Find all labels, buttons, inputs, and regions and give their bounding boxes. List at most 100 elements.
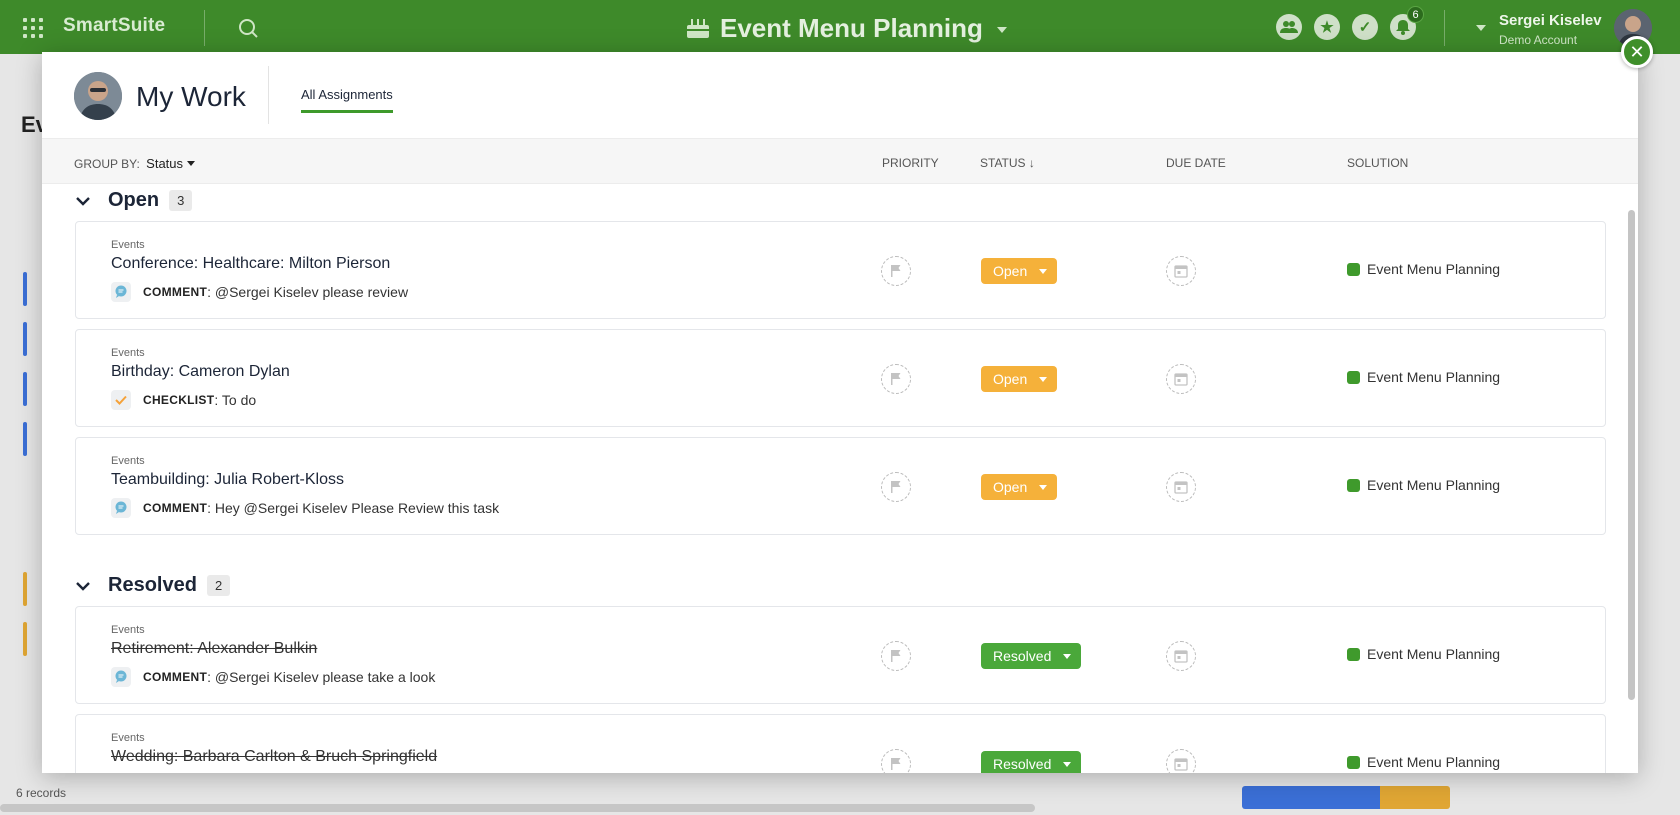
solution-name: Event Menu Planning xyxy=(1367,261,1501,277)
column-priority[interactable]: PRIORITY xyxy=(882,156,939,170)
chevron-down-icon xyxy=(996,27,1007,33)
group-count: 2 xyxy=(206,575,231,596)
assignment-type: COMMENT xyxy=(143,670,208,684)
due-date-calendar-icon[interactable] xyxy=(1166,749,1196,773)
assignment-detail[interactable]: COMMENT: Hey @Sergei Kiselev Please Revi… xyxy=(111,498,499,518)
solution-title-dropdown[interactable]: Event Menu Planning xyxy=(686,12,1007,44)
assignment-detail[interactable]: CHECKLIST: To do xyxy=(111,390,256,410)
record-name[interactable]: Birthday: Cameron Dylan xyxy=(111,363,290,381)
solution-color-dot xyxy=(1347,755,1360,769)
status-dropdown[interactable]: Open xyxy=(981,474,1058,500)
priority-flag-icon[interactable] xyxy=(881,749,911,773)
solution-name: Event Menu Planning xyxy=(1367,646,1501,662)
summary-bar xyxy=(1242,786,1450,809)
background-row-marker xyxy=(23,372,27,406)
divider xyxy=(204,10,205,46)
solution-link[interactable]: Event Menu Planning xyxy=(1347,369,1500,385)
assignment-card[interactable]: Events Retirement: Alexander Bulkin COMM… xyxy=(75,606,1606,704)
assignment-detail[interactable]: COMMENT: @Sergei Kiselev please take a l… xyxy=(111,667,435,687)
check-icon[interactable]: ✓ xyxy=(1352,14,1378,40)
background-row-marker xyxy=(23,322,27,356)
status-dropdown[interactable]: Resolved xyxy=(981,751,1082,773)
solution-color-dot xyxy=(1347,262,1360,276)
chevron-down-icon[interactable] xyxy=(74,577,92,595)
due-date-calendar-icon[interactable] xyxy=(1166,641,1196,671)
record-name[interactable]: Retirement: Alexander Bulkin xyxy=(111,640,317,658)
star-icon[interactable]: ★ xyxy=(1314,14,1340,40)
records-count: 6 records xyxy=(16,786,67,800)
priority-flag-icon[interactable] xyxy=(881,364,911,394)
solution-title: Event Menu Planning xyxy=(720,12,983,43)
background-row-marker xyxy=(23,572,27,606)
assignments-list[interactable]: Open 3 Events Conference: Healthcare: Mi… xyxy=(42,184,1638,773)
assignment-card[interactable]: Events Conference: Healthcare: Milton Pi… xyxy=(75,221,1606,319)
assignment-detail[interactable]: COMMENT: @Sergei Kiselev please review xyxy=(111,282,408,302)
record-name[interactable]: Conference: Healthcare: Milton Pierson xyxy=(111,255,390,273)
assignment-card[interactable]: Events Teambuilding: Julia Robert-Kloss … xyxy=(75,437,1606,535)
caret-down-icon xyxy=(1039,268,1048,274)
modal-title: My Work xyxy=(136,81,246,112)
caret-down-icon xyxy=(1039,484,1048,490)
search-icon[interactable] xyxy=(236,16,260,40)
priority-flag-icon[interactable] xyxy=(881,641,911,671)
due-date-calendar-icon[interactable] xyxy=(1166,472,1196,502)
solution-color-dot xyxy=(1347,478,1360,492)
assignment-text: : @Sergei Kiselev please review xyxy=(207,284,409,300)
horizontal-scrollbar[interactable] xyxy=(0,804,1035,812)
due-date-calendar-icon[interactable] xyxy=(1166,256,1196,286)
group-by-label: GROUP BY: xyxy=(74,157,140,171)
due-date-calendar-icon[interactable] xyxy=(1166,364,1196,394)
solution-color-dot xyxy=(1347,370,1360,384)
status-label: Open xyxy=(993,371,1028,387)
apps-grid-icon[interactable] xyxy=(23,18,43,38)
solution-link[interactable]: Event Menu Planning xyxy=(1347,754,1500,770)
brand-logo[interactable]: SmartSuite xyxy=(63,15,165,37)
status-label: Resolved xyxy=(993,756,1052,772)
group-header-resolved[interactable]: Resolved 2 xyxy=(74,574,231,597)
solution-name: Event Menu Planning xyxy=(1367,369,1501,385)
status-label: Open xyxy=(993,263,1028,279)
chevron-down-icon[interactable] xyxy=(1476,25,1486,31)
top-bar: SmartSuite Event Menu Planning ★ ✓ 6 Ser… xyxy=(0,0,1680,54)
column-solution[interactable]: SOLUTION xyxy=(1347,156,1408,170)
caret-down-icon xyxy=(1063,653,1072,659)
status-dropdown[interactable]: Open xyxy=(981,366,1058,392)
my-work-modal: My Work All Assignments GROUP BY: Status… xyxy=(42,52,1638,773)
column-due-date[interactable]: DUE DATE xyxy=(1166,156,1226,170)
group-by-value: Status xyxy=(146,156,184,171)
group-by-control[interactable]: GROUP BY: Status xyxy=(74,156,196,171)
chevron-down-icon[interactable] xyxy=(74,192,92,210)
solution-link[interactable]: Event Menu Planning xyxy=(1347,646,1500,662)
column-status[interactable]: STATUS ↓ xyxy=(980,156,1035,170)
group-header-open[interactable]: Open 3 xyxy=(74,189,193,212)
assignment-card[interactable]: Events Birthday: Cameron Dylan CHECKLIST… xyxy=(75,329,1606,427)
assignment-type: CHECKLIST xyxy=(143,393,215,407)
user-subtitle: Demo Account xyxy=(1499,33,1578,47)
solution-name: Event Menu Planning xyxy=(1367,754,1501,770)
column-header-row: GROUP BY: Status PRIORITY STATUS ↓ DUE D… xyxy=(42,138,1638,184)
record-name[interactable]: Teambuilding: Julia Robert-Kloss xyxy=(111,471,344,489)
group-title: Resolved xyxy=(108,574,197,596)
background-row-marker xyxy=(23,622,27,656)
cake-icon xyxy=(686,17,710,39)
close-icon[interactable]: ✕ xyxy=(1621,36,1653,68)
background-row-marker xyxy=(23,422,27,456)
user-name[interactable]: Sergei Kiselev xyxy=(1499,12,1602,29)
status-dropdown[interactable]: Open xyxy=(981,258,1058,284)
status-label: Resolved xyxy=(993,648,1052,664)
vertical-scrollbar[interactable] xyxy=(1628,210,1635,700)
priority-flag-icon[interactable] xyxy=(881,256,911,286)
checklist-icon xyxy=(111,390,131,410)
team-icon[interactable] xyxy=(1276,14,1302,40)
solution-link[interactable]: Event Menu Planning xyxy=(1347,477,1500,493)
solution-link[interactable]: Event Menu Planning xyxy=(1347,261,1500,277)
group-count: 3 xyxy=(169,190,193,211)
modal-header: My Work All Assignments xyxy=(42,52,1638,138)
assignment-type: COMMENT xyxy=(143,501,208,515)
tab-all-assignments[interactable]: All Assignments xyxy=(301,87,393,113)
status-dropdown[interactable]: Resolved xyxy=(981,643,1082,669)
assignment-card[interactable]: Events Wedding: Barbara Carlton & Bruch … xyxy=(75,714,1606,773)
priority-flag-icon[interactable] xyxy=(881,472,911,502)
solution-name: Event Menu Planning xyxy=(1367,477,1501,493)
record-name[interactable]: Wedding: Barbara Carlton & Bruch Springf… xyxy=(111,748,437,766)
